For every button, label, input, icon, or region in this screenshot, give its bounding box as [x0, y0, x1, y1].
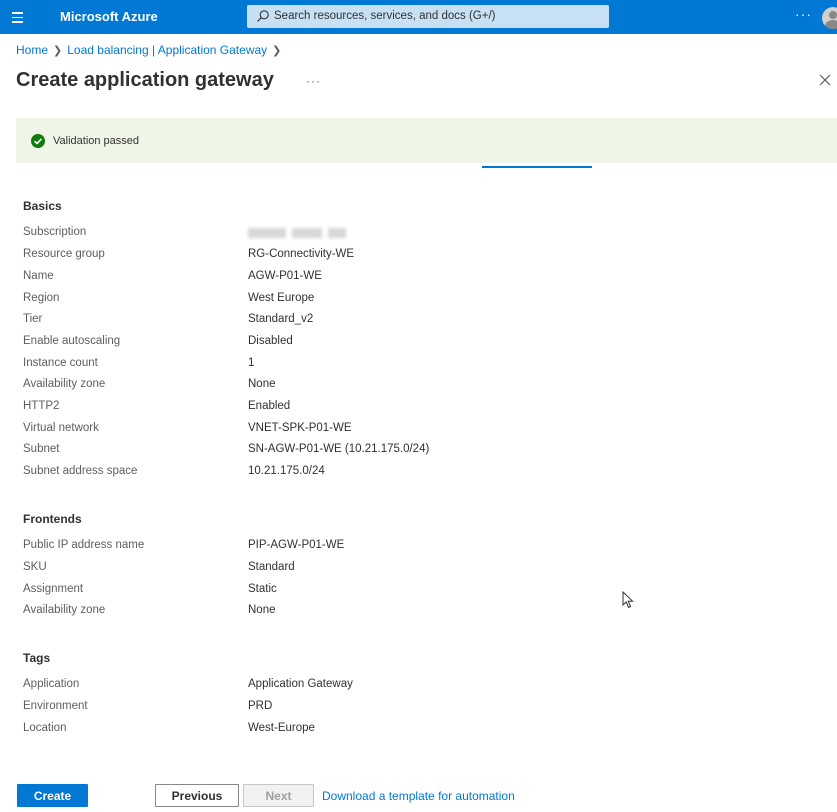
value-availability-zone: None — [248, 378, 276, 390]
label-assignment: Assignment — [23, 583, 84, 595]
value-enable-autoscaling: Disabled — [248, 335, 293, 347]
next-button: Next — [243, 784, 314, 807]
value-resource-group: RG-Connectivity-WE — [248, 248, 355, 260]
label-public-ip-address-name: Public IP address name — [23, 539, 145, 551]
label-name: Name — [23, 270, 54, 282]
value-tag-application: Application Gateway — [248, 678, 353, 690]
value-region: West Europe — [248, 292, 315, 304]
breadcrumb: Home ❯ Load balancing | Application Gatewa… — [16, 43, 286, 57]
title-more-icon[interactable]: ··· — [306, 74, 321, 88]
section-title-frontends: Frontends — [23, 512, 82, 526]
create-button[interactable]: Create — [17, 784, 88, 807]
value-name: AGW-P01-WE — [248, 270, 322, 282]
more-options-icon[interactable]: ··· — [795, 6, 812, 22]
label-resource-group: Resource group — [23, 248, 105, 260]
previous-button[interactable]: Previous — [155, 784, 239, 807]
value-tag-location: West-Europe — [248, 722, 315, 734]
tab-indicator — [482, 166, 592, 168]
brand-title[interactable]: Microsoft Azure — [60, 9, 158, 24]
value-instance-count: 1 — [248, 357, 255, 369]
label-tier: Tier — [23, 313, 43, 325]
search-icon — [257, 10, 269, 22]
menu-icon[interactable] — [9, 9, 27, 25]
chevron-right-icon: ❯ — [272, 45, 282, 57]
value-public-ip-address-name: PIP-AGW-P01-WE — [248, 539, 345, 551]
validation-banner: Validation passed — [16, 118, 837, 163]
label-tag-location: Location — [23, 722, 67, 734]
check-circle-icon — [31, 134, 45, 148]
search-input[interactable]: Search resources, services, and docs (G+… — [247, 5, 609, 28]
close-icon[interactable] — [817, 72, 833, 88]
label-instance-count: Instance count — [23, 357, 98, 369]
download-template-link[interactable]: Download a template for automation — [322, 789, 515, 803]
value-subnet: SN-AGW-P01-WE (10.21.175.0/24) — [248, 443, 430, 455]
subscription-value-redacted — [248, 228, 346, 238]
label-http2: HTTP2 — [23, 400, 60, 412]
label-virtual-network: Virtual network — [23, 422, 99, 434]
avatar[interactable] — [822, 7, 837, 29]
label-enable-autoscaling: Enable autoscaling — [23, 335, 121, 347]
top-bar: Microsoft Azure Search resources, servic… — [0, 0, 837, 34]
value-subnet-address-space: 10.21.175.0/24 — [248, 465, 325, 477]
value-assignment: Static — [248, 583, 277, 595]
chevron-right-icon: ❯ — [53, 45, 63, 57]
label-tag-application: Application — [23, 678, 80, 690]
value-sku: Standard — [248, 561, 295, 573]
search-placeholder: Search resources, services, and docs (G+… — [274, 10, 496, 22]
label-availability-zone: Availability zone — [23, 378, 106, 390]
value-frontend-availability-zone: None — [248, 604, 276, 616]
mouse-cursor-icon — [622, 591, 634, 609]
value-tag-environment: PRD — [248, 700, 273, 712]
breadcrumb-home[interactable]: Home — [16, 43, 48, 57]
breadcrumb-load-balancing[interactable]: Load balancing | Application Gateway — [67, 43, 267, 57]
page-title: Create application gateway — [16, 69, 274, 91]
value-virtual-network: VNET-SPK-P01-WE — [248, 422, 352, 434]
value-tier: Standard_v2 — [248, 313, 314, 325]
section-title-basics: Basics — [23, 199, 62, 213]
label-subnet-address-space: Subnet address space — [23, 465, 138, 477]
label-tag-environment: Environment — [23, 700, 88, 712]
validation-message: Validation passed — [53, 135, 140, 147]
label-frontend-availability-zone: Availability zone — [23, 604, 106, 616]
label-sku: SKU — [23, 561, 47, 573]
label-subnet: Subnet — [23, 443, 60, 455]
label-subscription: Subscription — [23, 226, 87, 238]
section-title-tags: Tags — [23, 651, 51, 665]
value-http2: Enabled — [248, 400, 291, 412]
label-region: Region — [23, 292, 60, 304]
